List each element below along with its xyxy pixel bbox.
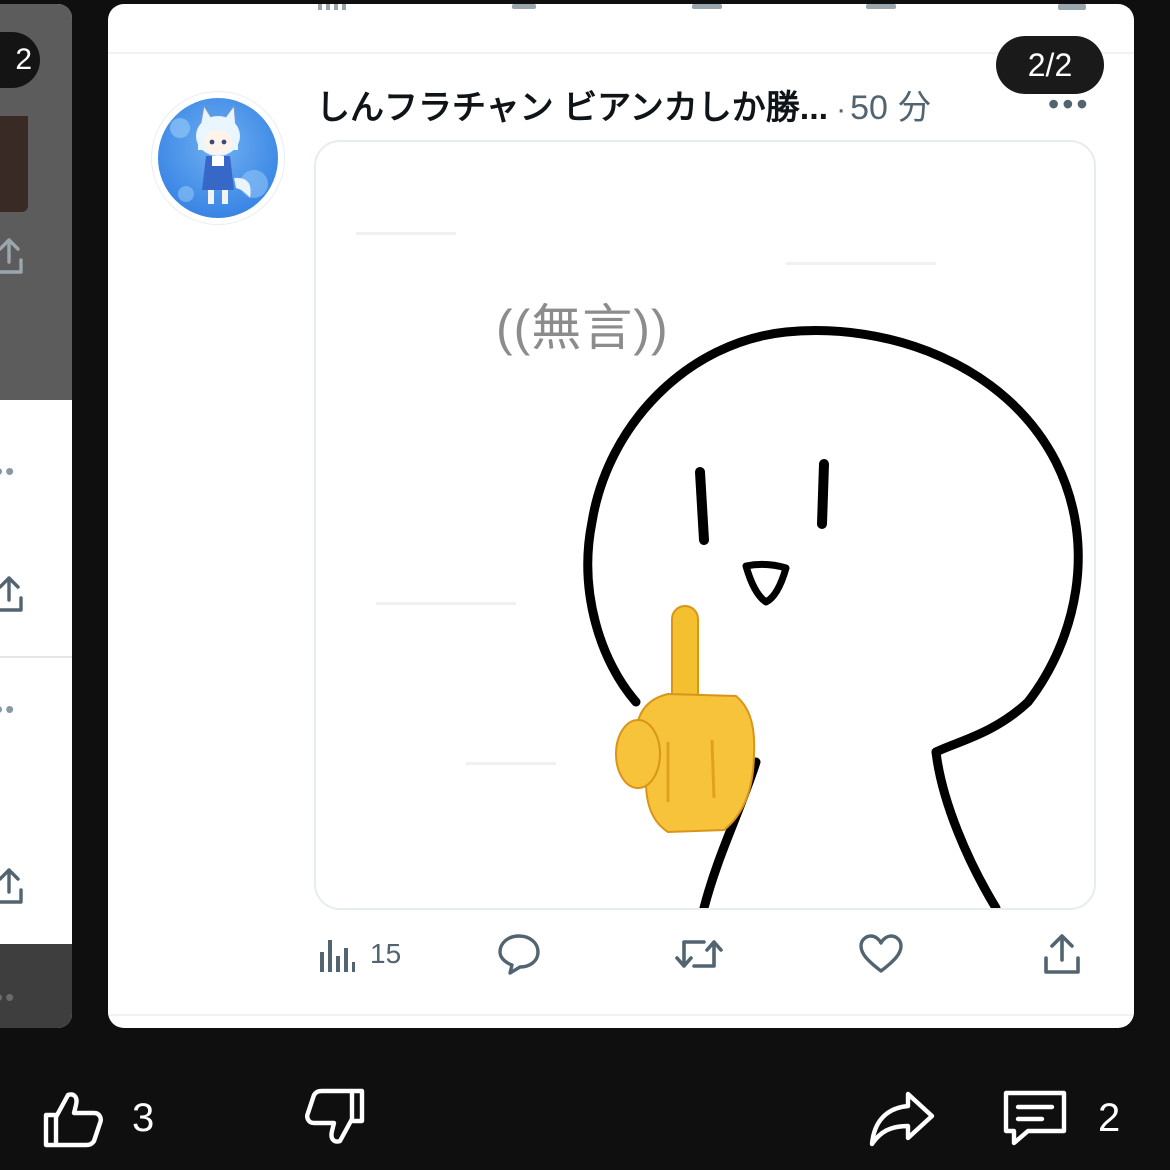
views-button[interactable]: 15 xyxy=(318,924,401,984)
share-arrow-icon xyxy=(868,1088,938,1148)
comment-count: 2 xyxy=(1098,1095,1121,1140)
divider xyxy=(108,1014,1134,1016)
like-reaction-button[interactable]: 3 xyxy=(40,1082,154,1154)
previous-slide-bottom: •• xyxy=(0,944,72,1028)
tweet-header: しんフラチャン ビアンカしか勝... · 50 分 xyxy=(316,80,1036,136)
comment-reaction-button[interactable]: 2 xyxy=(1000,1082,1120,1154)
share-icon xyxy=(0,236,24,276)
like-count: 3 xyxy=(132,1095,155,1140)
thumbs-up-icon xyxy=(40,1087,104,1149)
reply-button[interactable] xyxy=(496,924,542,984)
more-options-icon[interactable]: ••• xyxy=(1048,86,1091,123)
avatar[interactable] xyxy=(152,92,284,224)
previous-slide[interactable]: •• •• •• xyxy=(0,4,72,1028)
more-dots-icon: •• xyxy=(0,456,17,486)
dislike-reaction-button[interactable] xyxy=(304,1082,368,1154)
retweet-icon xyxy=(674,932,724,976)
timestamp[interactable]: 50 分 xyxy=(850,89,931,127)
tweet-media-image[interactable]: ((無言)) xyxy=(314,140,1096,910)
separator: · xyxy=(836,93,847,126)
tweet-screenshot-card[interactable]: 2/2 しんフラチャン ビアンカしか勝... · 50 分 ••• ((無言))… xyxy=(108,4,1134,1028)
share-icon xyxy=(0,866,24,906)
reply-icon xyxy=(496,932,542,976)
share-reaction-button[interactable] xyxy=(868,1082,938,1154)
comment-icon xyxy=(1000,1087,1070,1149)
avatar-image xyxy=(158,98,278,218)
thumbs-down-icon xyxy=(304,1087,368,1149)
previous-slide-thumbnail xyxy=(0,116,28,212)
tweet-actions: 15 xyxy=(108,924,1134,984)
previous-tweet-actions-remnant xyxy=(318,4,1086,10)
share-icon xyxy=(1042,932,1082,976)
views-icon xyxy=(318,934,356,974)
like-icon xyxy=(858,933,904,975)
like-button[interactable] xyxy=(858,924,904,984)
share-icon xyxy=(0,574,24,614)
share-button[interactable] xyxy=(1042,924,1082,984)
more-dots-icon: •• xyxy=(0,982,17,1012)
views-count: 15 xyxy=(370,938,402,969)
hand-gesture xyxy=(615,605,756,834)
divider xyxy=(0,656,72,658)
divider xyxy=(108,52,1134,54)
cartoon-figure-drawing xyxy=(356,232,1083,908)
more-dots-icon: •• xyxy=(0,694,17,724)
retweet-button[interactable] xyxy=(674,924,724,984)
author-name[interactable]: しんフラチャン ビアンカしか勝... xyxy=(316,89,828,127)
